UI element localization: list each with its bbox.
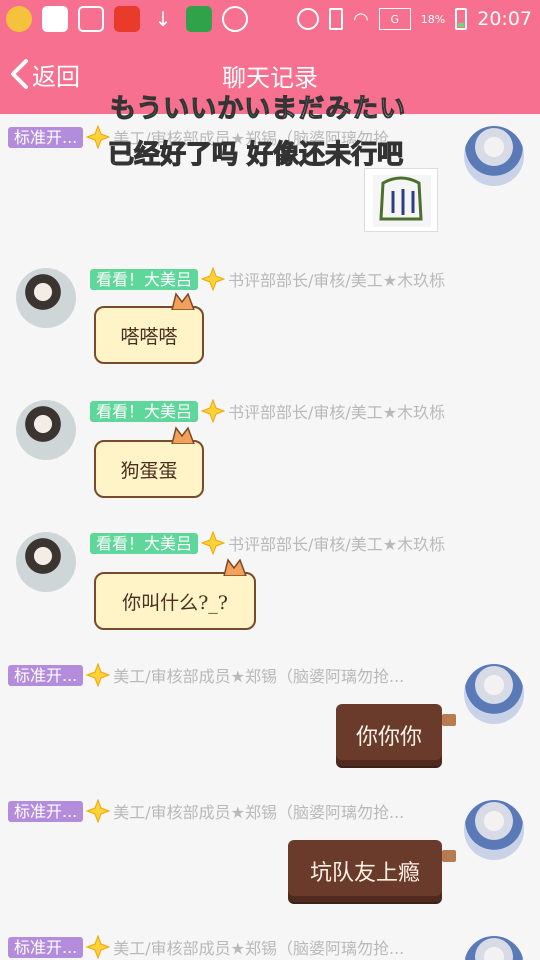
vibrate-icon [329,8,344,30]
music-app-icon [6,6,32,32]
sparkle-icon [86,799,111,823]
member-title: 美工/审核部成员★郑锡（脑婆阿璃勿抢... [113,667,405,686]
signal-icon: G [378,8,411,30]
battery-icon [455,8,468,30]
sogou-app-icon [114,6,140,32]
avatar[interactable] [464,664,524,724]
message-bubble[interactable]: 狗蛋蛋 [94,426,204,498]
cat-ears-icon [171,426,195,444]
message-meta: 看看！大美吕 书评部部长/审核/美工★木玖栎 [90,399,446,423]
avatar[interactable] [16,532,76,592]
lyric-line-1: もういいかいまだみたい [109,88,407,125]
lyric-white-text: まだみたい [271,94,407,125]
member-title: 书评部部长/审核/美工★木玖栎 [228,403,446,422]
sparkle-icon [86,663,111,687]
message-text: 坑队友上瘾 [309,861,420,886]
cat-ears-icon [223,558,247,576]
security-app-icon [186,6,212,32]
bubble-tab [442,714,456,726]
screenshot-icon [78,6,104,32]
message-meta: 标准开... 美工/审核部成员★郑锡（脑婆阿璃勿抢... [8,799,405,823]
sparkle-icon [86,935,111,959]
download-circle-icon [222,6,248,32]
emoji-app-icon [42,6,68,32]
message-bubble[interactable]: 你你你 [336,704,456,766]
member-title: 书评部部长/审核/美工★木玖栎 [228,535,446,554]
avatar[interactable] [464,936,524,960]
member-title: 美工/审核部成员★郑锡（脑婆阿璃勿抢... [113,939,405,958]
member-title: 书评部部长/审核/美工★木玖栎 [228,271,446,290]
battery-percent: 18% [420,12,446,26]
sticker-image[interactable] [364,168,438,232]
message-text: 你你你 [355,725,422,750]
message-meta: 标准开... 美工/审核部成员★郑锡（脑婆阿璃勿抢... [8,935,405,959]
message-bubble[interactable]: 坑队友上瘾 [288,840,456,902]
lyric-line-2: 已经好了吗 好像还未行吧 [107,139,404,170]
member-badge: 看看！大美吕 [90,268,199,290]
status-bar: ↓ ◠ G 18% 20:07 [0,0,540,38]
avatar[interactable] [464,800,524,860]
avatar[interactable] [16,268,76,328]
message-text: 嗒嗒嗒 [120,325,178,348]
status-right: ◠ G 18% 20:07 [297,0,532,38]
message-meta: 看看！大美吕 书评部部长/审核/美工★木玖栎 [90,531,446,555]
member-badge: 看看！大美吕 [90,400,199,422]
bubble-tab [442,850,456,862]
message-meta: 标准开... 美工/审核部成员★郑锡（脑婆阿璃勿抢... [8,663,405,687]
message-meta: 看看！大美吕 书评部部长/审核/美工★木玖栎 [90,267,446,291]
member-badge: 标准开... [8,664,84,686]
message-text: 你叫什么?_? [122,591,228,614]
member-badge: 看看！大美吕 [90,532,199,554]
message-bubble[interactable]: 你叫什么?_? [94,558,256,630]
message-text: 狗蛋蛋 [120,459,178,482]
download-icon: ↓ [154,7,172,31]
member-badge: 标准开... [8,936,84,958]
sparkle-icon [86,125,111,149]
member-badge: 标准开... [8,126,84,148]
cat-ears-icon [171,292,195,310]
member-badge: 标准开... [8,800,84,822]
wifi-icon: ◠ [353,8,369,30]
sparkle-icon [201,531,226,555]
avatar[interactable] [16,400,76,460]
clock: 20:07 [477,8,532,30]
lyric-green-text: もういいかい [109,94,272,125]
sparkle-icon [201,267,226,291]
member-title: 美工/审核部成员★郑锡（脑婆阿璃勿抢... [113,803,405,822]
avatar[interactable] [464,126,524,186]
sticker-drawing [373,175,431,227]
message-bubble[interactable]: 嗒嗒嗒 [94,292,204,364]
alarm-icon [297,8,320,30]
sparkle-icon [201,399,226,423]
